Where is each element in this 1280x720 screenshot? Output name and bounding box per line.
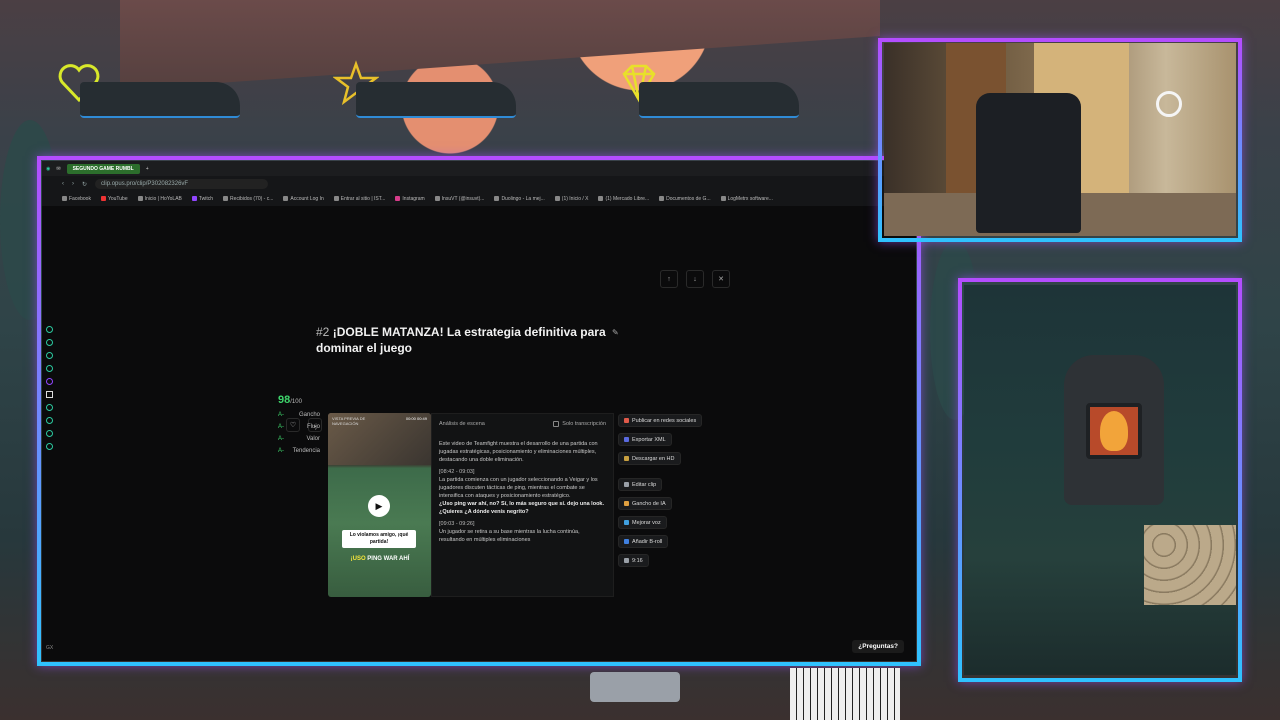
metric-row: A- Tendencia: [278, 448, 320, 454]
analysis-text: Un jugador se retira a su base mientras …: [439, 529, 580, 543]
stream-overlay-scene: ◉ ✉ SEGUNDO GAME RUMBL + ‹ › ↻ clip.opus…: [0, 0, 1280, 720]
analysis-heading: Análisis de escena: [439, 421, 485, 427]
prev-clip-button[interactable]: ↑: [660, 270, 678, 288]
x-icon[interactable]: [46, 391, 53, 398]
forward-icon[interactable]: ›: [72, 181, 74, 187]
webcam-room-view: [884, 43, 1236, 236]
back-icon[interactable]: ‹: [62, 181, 64, 187]
preview-label: VISTA PREVIA DE NAVEGACIÓN: [332, 416, 366, 426]
enhance-voice-button[interactable]: Mejorar voz: [618, 516, 667, 529]
bookmark[interactable]: Entrar al sitio | IST...: [333, 196, 385, 202]
publish-social-button[interactable]: Publicar en redes sociales: [618, 414, 703, 427]
cabin-roof: [120, 0, 880, 90]
metric-row: A- Gancho: [278, 412, 320, 418]
ring-light: [1156, 91, 1182, 117]
video-time: 00:00 00:49: [405, 416, 427, 421]
sidebar-icon[interactable]: [46, 417, 53, 424]
transcript-only-toggle[interactable]: Solo transcripción: [553, 420, 606, 428]
bookmark[interactable]: (1) Inicio / X: [554, 196, 588, 202]
score-metrics: A- Gancho A- Flujo A- Valor A- Tendencia: [278, 412, 320, 454]
close-button[interactable]: ✕: [712, 270, 730, 288]
edit-title-icon[interactable]: ✎: [612, 328, 619, 337]
flame-icon: [1100, 411, 1128, 451]
export-xml-button[interactable]: Exportar XML: [618, 433, 672, 446]
analysis-intro: Este video de Teamfight muestra el desar…: [439, 441, 598, 463]
bookmark[interactable]: Facebook: [62, 196, 91, 202]
broll-icon: [624, 539, 629, 544]
sidebar-bottom-label: GX: [46, 645, 54, 651]
ai-icon: [624, 501, 629, 506]
stat-slot-diamonds: [639, 82, 799, 118]
sidebar-icon[interactable]: [46, 365, 53, 372]
reload-icon[interactable]: ↻: [82, 181, 87, 188]
download-hd-button[interactable]: Descargar en HD: [618, 452, 681, 465]
download-icon: [624, 456, 629, 461]
bookmark[interactable]: Account Log In: [283, 196, 324, 202]
scissors-icon: [624, 482, 629, 487]
metric-row: A- Flujo: [278, 424, 320, 430]
clip-title: #2 ¡DOBLE MATANZA! La estrategia definit…: [316, 324, 636, 356]
voice-icon: [624, 520, 629, 525]
firewood-stack: [1144, 525, 1236, 605]
stat-slot-stars: [356, 82, 516, 118]
stat-slot-hearts: [80, 82, 240, 118]
export-icon: [624, 437, 629, 442]
clip-title-text: ¡DOBLE MATANZA! La estrategia definitiva…: [316, 325, 606, 355]
browser-tab-bar: ◉ ✉ SEGUNDO GAME RUMBL +: [42, 161, 916, 176]
caption-highlight: ¡USO PING WAR AHÍ: [350, 556, 410, 562]
ai-hook-button[interactable]: Gancho de IA: [618, 497, 672, 510]
help-button[interactable]: ¿Preguntas?: [852, 640, 904, 653]
sidebar-icon[interactable]: [46, 352, 53, 359]
sidebar-icon[interactable]: [46, 430, 53, 437]
bookmark[interactable]: InsuVT (@insuvt)...: [434, 196, 484, 202]
metric-row: A- Valor: [278, 436, 320, 442]
bookmarks-bar: Facebook YouTube Inicio | HoYoLAB Twitch…: [42, 192, 916, 206]
sidebar-icon[interactable]: [46, 326, 53, 333]
clip-video-preview[interactable]: VISTA PREVIA DE NAVEGACIÓN 00:00 00:49 ▶…: [328, 413, 431, 597]
bookmark[interactable]: Instagram: [395, 196, 425, 202]
share-icon: [624, 418, 629, 423]
gaming-chair: [976, 93, 1081, 233]
phone-icon: [624, 558, 629, 563]
settings-icon[interactable]: [46, 443, 53, 450]
fireplace-panel: [964, 285, 1236, 675]
play-icon[interactable]: ▶: [368, 495, 390, 517]
aspect-ratio-button[interactable]: 9:16: [618, 554, 649, 567]
edit-clip-button[interactable]: Editar clip: [618, 478, 663, 491]
caption-line: Lo violamos amigo, ¡qué partida!: [342, 530, 416, 548]
new-tab-icon[interactable]: +: [146, 166, 149, 172]
bookmark[interactable]: Twitch: [191, 196, 213, 202]
laptop-decor: [590, 672, 680, 702]
twitch-icon[interactable]: [46, 378, 53, 385]
bookmark[interactable]: Duolingo - La mej...: [494, 196, 545, 202]
analysis-text: La partida comienza con un jugador selec…: [439, 477, 598, 499]
next-clip-button[interactable]: ↓: [686, 270, 704, 288]
mail-icon[interactable]: ✉: [56, 166, 60, 172]
bookmark[interactable]: YouTube: [100, 196, 128, 202]
screen-capture: ◉ ✉ SEGUNDO GAME RUMBL + ‹ › ↻ clip.opus…: [42, 161, 916, 661]
bookmark[interactable]: (1) Mercado Libre...: [598, 196, 649, 202]
sidebar-icon[interactable]: [46, 404, 53, 411]
url-field[interactable]: clip.opus.pro/clip/P302082326vF: [95, 179, 269, 189]
scene-analysis-panel: Análisis de escena Solo transcripción Es…: [431, 413, 614, 597]
transcript-quote: ¿Uso ping war ahí, no? Sí, lo más seguro…: [439, 501, 605, 515]
browser-tab[interactable]: SEGUNDO GAME RUMBL: [66, 163, 140, 174]
clip-number: #2: [316, 325, 330, 339]
opus-clip-page: GX ↑ ↓ ✕ #2 ¡DOBLE MATANZA! La estrategi…: [42, 206, 916, 661]
bookmark[interactable]: Documentos de G...: [659, 196, 711, 202]
timestamp: [09:03 - 09:26]: [439, 521, 475, 527]
browser-logo-icon: ◉: [46, 165, 51, 172]
virality-score: 98/100: [278, 394, 302, 406]
sidebar-icon[interactable]: [46, 339, 53, 346]
piano-keys-decor: [790, 668, 900, 720]
address-bar: ‹ › ↻ clip.opus.pro/clip/P302082326vF: [42, 176, 916, 192]
bookmark[interactable]: Inicio | HoYoLAB: [137, 196, 182, 202]
bookmark[interactable]: Recibidos (70) - c...: [223, 196, 273, 202]
add-broll-button[interactable]: Añadir B-roll: [618, 535, 669, 548]
timestamp: [08:42 - 09:03]: [439, 469, 475, 475]
bookmark[interactable]: LogMetrx software...: [720, 196, 773, 202]
app-sidebar: [46, 326, 53, 450]
